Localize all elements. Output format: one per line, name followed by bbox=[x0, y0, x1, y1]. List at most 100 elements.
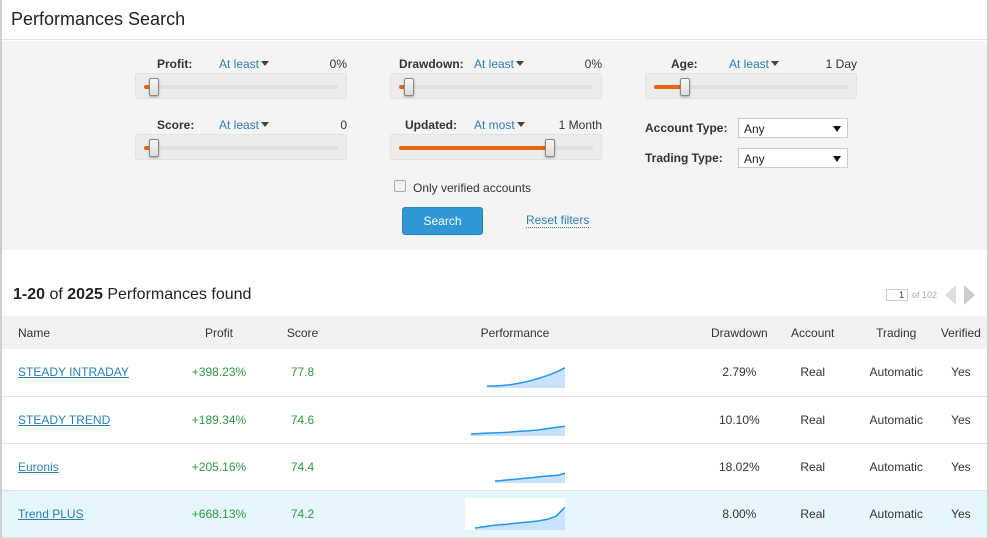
table-row[interactable]: STEADY TREND +189.34% 74.6 10.10% Real Automa… bbox=[2, 396, 987, 443]
column-header-name[interactable]: Name bbox=[2, 316, 152, 349]
cell-account: Real bbox=[800, 365, 826, 380]
cell-score: 74.4 bbox=[290, 459, 315, 474]
slider-fill bbox=[399, 146, 551, 150]
drawdown-slider[interactable] bbox=[390, 73, 602, 99]
performance-sparkline bbox=[470, 424, 565, 436]
next-page-icon[interactable] bbox=[964, 285, 975, 305]
slider-handle[interactable] bbox=[148, 139, 159, 157]
search-button[interactable]: Search bbox=[402, 207, 483, 235]
slider-handle[interactable] bbox=[545, 139, 556, 157]
profit-filter: Profit: At least 0% bbox=[135, 57, 347, 117]
column-header-verified[interactable]: Verified bbox=[935, 316, 987, 349]
cell-verified: Yes bbox=[951, 365, 971, 380]
drawdown-filter: Drawdown: At least 0% bbox=[390, 57, 602, 117]
page-count: of 102 bbox=[912, 290, 938, 300]
age-slider[interactable] bbox=[645, 73, 857, 99]
page-number-input[interactable]: 1 bbox=[886, 289, 908, 301]
slider-handle[interactable] bbox=[148, 78, 159, 96]
score-filter: Score: At least 0 bbox=[135, 118, 347, 178]
slider-track bbox=[144, 78, 338, 96]
table-header-row: Name Profit Score Performance Drawdown A… bbox=[2, 316, 987, 349]
updated-slider[interactable] bbox=[390, 134, 602, 160]
cell-profit: +205.16% bbox=[191, 459, 247, 474]
age-mode-label: At least bbox=[729, 57, 770, 71]
cell-drawdown: 18.02% bbox=[719, 459, 760, 474]
cell-score: 74.2 bbox=[290, 506, 315, 521]
cell-name: Trend PLUS bbox=[2, 490, 152, 537]
cell-name: STEADY TREND bbox=[2, 396, 152, 443]
performance-name-link[interactable]: STEADY INTRADAY bbox=[18, 365, 129, 379]
column-header-account[interactable]: Account bbox=[768, 316, 858, 349]
slider-handle[interactable] bbox=[680, 78, 691, 96]
drawdown-mode-dropdown[interactable]: At least bbox=[474, 57, 525, 71]
age-mode-dropdown[interactable]: At least bbox=[729, 57, 780, 71]
table-row[interactable]: STEADY INTRADAY +398.23% 77.8 2.79% Real Auto… bbox=[2, 349, 987, 396]
profit-value: 0% bbox=[329, 57, 347, 71]
cell-drawdown: 2.79% bbox=[722, 365, 757, 380]
cell-name: Euronis bbox=[2, 443, 152, 490]
score-value: 0 bbox=[340, 118, 347, 132]
cell-profit: +189.34% bbox=[191, 412, 247, 427]
verified-only-checkbox[interactable] bbox=[394, 180, 406, 192]
performance-sparkline bbox=[494, 471, 565, 483]
cell-performance bbox=[319, 490, 711, 537]
column-header-trading[interactable]: Trading bbox=[858, 316, 935, 349]
cell-trading: Automatic bbox=[869, 459, 923, 474]
previous-page-icon[interactable] bbox=[945, 285, 956, 305]
slider-handle[interactable] bbox=[403, 78, 414, 96]
column-header-profit[interactable]: Profit bbox=[152, 316, 286, 349]
trading-type-value: Any bbox=[744, 152, 765, 166]
table-row[interactable]: Trend PLUS +668.13% 74.2 8.00% Real Automatic… bbox=[2, 490, 987, 537]
verified-only-label[interactable]: Only verified accounts bbox=[413, 181, 531, 195]
cell-account: Real bbox=[800, 506, 826, 521]
cell-profit: +668.13% bbox=[191, 506, 247, 521]
drawdown-label: Drawdown: bbox=[399, 57, 464, 71]
performance-sparkline bbox=[465, 497, 565, 530]
results-suffix: Performances found bbox=[107, 286, 252, 303]
account-type-value: Any bbox=[744, 122, 765, 136]
column-header-score[interactable]: Score bbox=[286, 316, 319, 349]
score-slider[interactable] bbox=[135, 134, 347, 160]
cell-verified: Yes bbox=[951, 459, 971, 474]
caret-down-icon bbox=[771, 61, 780, 66]
profit-mode-dropdown[interactable]: At least bbox=[219, 57, 270, 71]
cell-account: Real bbox=[800, 412, 826, 427]
drawdown-value: 0% bbox=[584, 57, 602, 71]
updated-mode-dropdown[interactable]: At most bbox=[474, 118, 525, 132]
performances-table: Name Profit Score Performance Drawdown A… bbox=[2, 316, 987, 538]
cell-score: 74.6 bbox=[290, 412, 315, 427]
profit-mode-label: At least bbox=[219, 57, 260, 71]
caret-down-icon bbox=[516, 61, 525, 66]
filters-panel: Profit: At least 0% Drawdown: At least 0… bbox=[2, 41, 987, 250]
page-title: Performances Search bbox=[11, 9, 186, 29]
cell-trading: Automatic bbox=[869, 412, 923, 427]
performance-name-link[interactable]: Euronis bbox=[18, 460, 59, 474]
updated-filter: Updated: At most 1 Month bbox=[390, 118, 602, 178]
cell-drawdown: 8.00% bbox=[722, 506, 757, 521]
cell-performance bbox=[319, 396, 711, 443]
cell-verified: Yes bbox=[951, 506, 971, 521]
account-type-label: Account Type: bbox=[645, 121, 728, 135]
performance-sparkline bbox=[487, 367, 565, 389]
results-summary: 1-20 of 2025 Performances found bbox=[13, 286, 251, 304]
column-header-drawdown[interactable]: Drawdown bbox=[711, 316, 768, 349]
age-value: 1 Day bbox=[825, 57, 857, 71]
cell-name: STEADY INTRADAY bbox=[2, 349, 152, 396]
table-row[interactable]: Euronis +205.16% 74.4 18.02% Real Automatic Ye… bbox=[2, 443, 987, 490]
cell-verified: Yes bbox=[951, 412, 971, 427]
performance-name-link[interactable]: STEADY TREND bbox=[18, 413, 110, 427]
score-mode-dropdown[interactable]: At least bbox=[219, 118, 270, 132]
account-type-select[interactable]: Any bbox=[738, 118, 848, 138]
score-mode-label: At least bbox=[219, 118, 260, 132]
caret-down-icon bbox=[261, 61, 270, 66]
caret-down-icon bbox=[261, 122, 270, 127]
cell-trading: Automatic bbox=[869, 506, 923, 521]
trading-type-select[interactable]: Any bbox=[738, 148, 848, 168]
reset-filters-link[interactable]: Reset filters bbox=[526, 213, 590, 228]
cell-account: Real bbox=[800, 459, 826, 474]
updated-label: Updated: bbox=[405, 118, 457, 132]
performance-name-link[interactable]: Trend PLUS bbox=[18, 507, 84, 521]
profit-slider[interactable] bbox=[135, 73, 347, 99]
results-of: of bbox=[49, 286, 63, 303]
cell-drawdown: 10.10% bbox=[719, 412, 760, 427]
